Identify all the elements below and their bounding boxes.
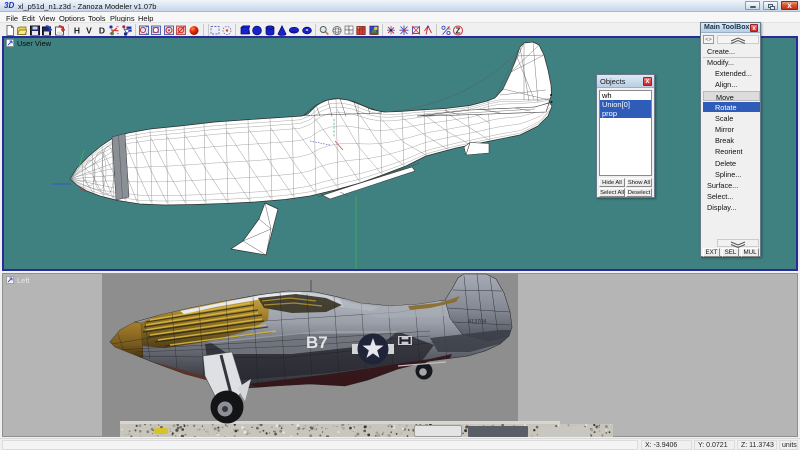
svg-text:B7: B7	[306, 333, 328, 352]
svg-text:413704: 413704	[468, 319, 486, 325]
